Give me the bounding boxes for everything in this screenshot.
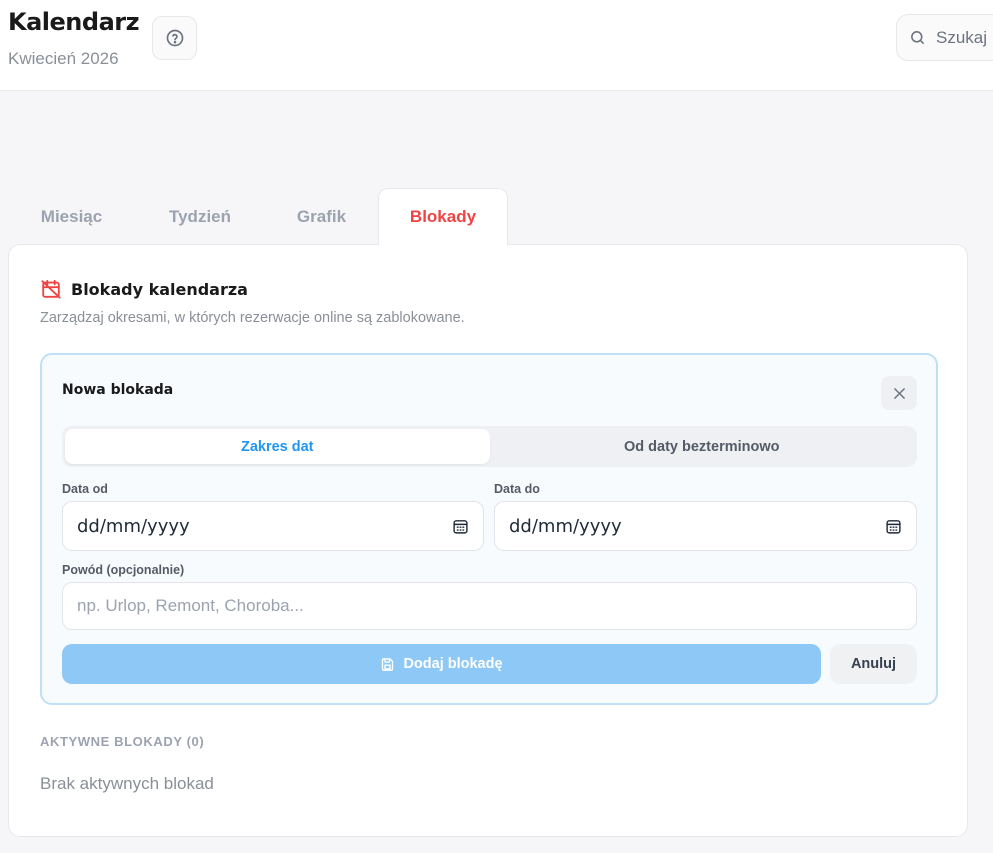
reason-input[interactable] (62, 582, 917, 630)
close-icon (893, 387, 905, 399)
date-to-value: dd/mm/yyyy (509, 515, 622, 537)
page-title: Kalendarz (8, 8, 140, 36)
calendar-icon (886, 519, 901, 534)
date-from-value: dd/mm/yyyy (77, 515, 190, 537)
date-to-input[interactable]: dd/mm/yyyy (494, 501, 917, 551)
active-blocks-heading: AKTYWNE BLOKADY (0) (40, 734, 205, 749)
page-subtitle: Kwiecień 2026 (8, 49, 119, 68)
date-from-label: Data od (62, 482, 108, 496)
panel-heading: Blokady kalendarza (40, 278, 248, 300)
date-from-input[interactable]: dd/mm/yyyy (62, 501, 484, 551)
search-input[interactable] (936, 27, 993, 48)
date-to-label: Data do (494, 482, 540, 496)
tab-week[interactable]: Tydzień (135, 188, 265, 245)
tab-schedule[interactable]: Grafik (265, 188, 378, 245)
question-circle-icon (166, 29, 183, 47)
new-block-form: Nowa blokada Zakres dat Od daty beztermi… (40, 353, 938, 705)
add-block-label: Dodaj blokadę (403, 656, 503, 672)
close-form-button[interactable] (881, 376, 917, 410)
view-tabs: Miesiąc Tydzień Grafik Blokady (8, 188, 508, 245)
tab-blocks[interactable]: Blokady (378, 188, 508, 245)
panel-title: Blokady kalendarza (71, 279, 248, 299)
empty-state-text: Brak aktywnych blokad (40, 774, 214, 793)
tab-month[interactable]: Miesiąc (8, 188, 135, 245)
form-title: Nowa blokada (62, 382, 174, 398)
mode-date-range[interactable]: Zakres dat (65, 429, 490, 464)
mode-open-ended[interactable]: Od daty bezterminowo (490, 429, 915, 464)
reason-label: Powód (opcjonalnie) (62, 563, 185, 577)
block-mode-toggle: Zakres dat Od daty bezterminowo (62, 426, 917, 467)
save-icon (382, 657, 394, 671)
panel-description: Zarządzaj okresami, w których rezerwacje… (40, 310, 465, 326)
help-button[interactable] (152, 16, 197, 60)
calendar-off-icon (41, 279, 61, 299)
top-header: Kalendarz Kwiecień 2026 (0, 0, 993, 91)
search-icon (911, 31, 924, 44)
add-block-button[interactable]: Dodaj blokadę (62, 644, 821, 684)
calendar-icon (453, 519, 468, 534)
cancel-button[interactable]: Anuluj (830, 644, 917, 684)
search-box[interactable] (896, 14, 993, 61)
blocks-panel: Blokady kalendarza Zarządzaj okresami, w… (8, 244, 968, 837)
